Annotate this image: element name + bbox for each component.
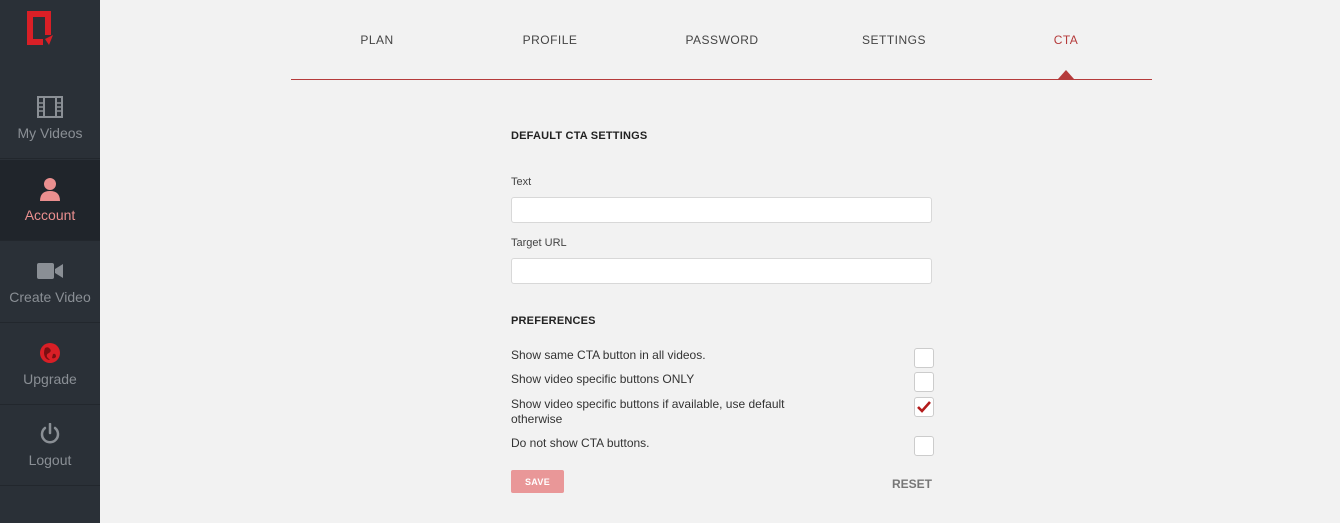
save-button[interactable]: SAVE — [511, 470, 564, 493]
sidebar-item-label: Account — [24, 207, 76, 223]
cta-settings-title: DEFAULT CTA SETTINGS — [511, 130, 648, 142]
preference-option-video-specific-default: Show video specific buttons if available… — [511, 397, 934, 427]
tab-settings[interactable]: SETTINGS — [834, 33, 954, 47]
video-specific-only-checkbox[interactable] — [914, 372, 934, 392]
preference-option-video-specific-only: Show video specific buttons ONLY — [511, 372, 934, 392]
target-url-input[interactable] — [511, 258, 932, 284]
sidebar-item-label: My Videos — [17, 125, 83, 141]
sidebar: My Videos Account Create Video Upgrade L… — [0, 0, 100, 523]
sidebar-item-upgrade[interactable]: Upgrade — [0, 324, 100, 405]
no-cta-checkbox[interactable] — [914, 436, 934, 456]
sidebar-item-account[interactable]: Account — [0, 160, 100, 241]
video-specific-default-checkbox[interactable] — [914, 397, 934, 417]
user-icon — [37, 177, 63, 201]
reset-button[interactable]: RESET — [880, 477, 932, 491]
video-camera-icon — [37, 259, 63, 283]
sidebar-item-logout[interactable]: Logout — [0, 405, 100, 486]
cta-text-input[interactable] — [511, 197, 932, 223]
power-icon — [37, 422, 63, 446]
checkmark-icon — [917, 401, 931, 413]
preference-label: Show same CTA button in all videos. — [511, 348, 706, 362]
text-field-label: Text — [511, 176, 532, 188]
preference-option-same-cta: Show same CTA button in all videos. — [511, 348, 934, 368]
tab-password[interactable]: PASSWORD — [662, 33, 782, 47]
active-tab-indicator — [1058, 70, 1074, 79]
preference-label: Do not show CTA buttons. — [511, 436, 650, 450]
sidebar-item-create-video[interactable]: Create Video — [0, 242, 100, 323]
target-url-label: Target URL — [511, 237, 567, 249]
app-logo-icon[interactable] — [27, 11, 53, 45]
tab-cta[interactable]: CTA — [1006, 33, 1126, 47]
preferences-title: PREFERENCES — [511, 315, 596, 327]
sidebar-item-my-videos[interactable]: My Videos — [0, 78, 100, 159]
sidebar-item-label: Upgrade — [23, 371, 77, 387]
account-tabs: PLAN PROFILE PASSWORD SETTINGS CTA — [291, 0, 1152, 80]
film-icon — [37, 95, 63, 119]
sidebar-item-label: Logout — [28, 452, 72, 468]
preference-label: Show video specific buttons if available… — [511, 397, 785, 426]
same-cta-checkbox[interactable] — [914, 348, 934, 368]
preference-option-no-cta: Do not show CTA buttons. — [511, 436, 934, 456]
preference-label: Show video specific buttons ONLY — [511, 372, 695, 386]
sidebar-item-label: Create Video — [9, 289, 91, 305]
globe-icon — [37, 341, 63, 365]
tab-plan[interactable]: PLAN — [317, 33, 437, 47]
tab-profile[interactable]: PROFILE — [490, 33, 610, 47]
